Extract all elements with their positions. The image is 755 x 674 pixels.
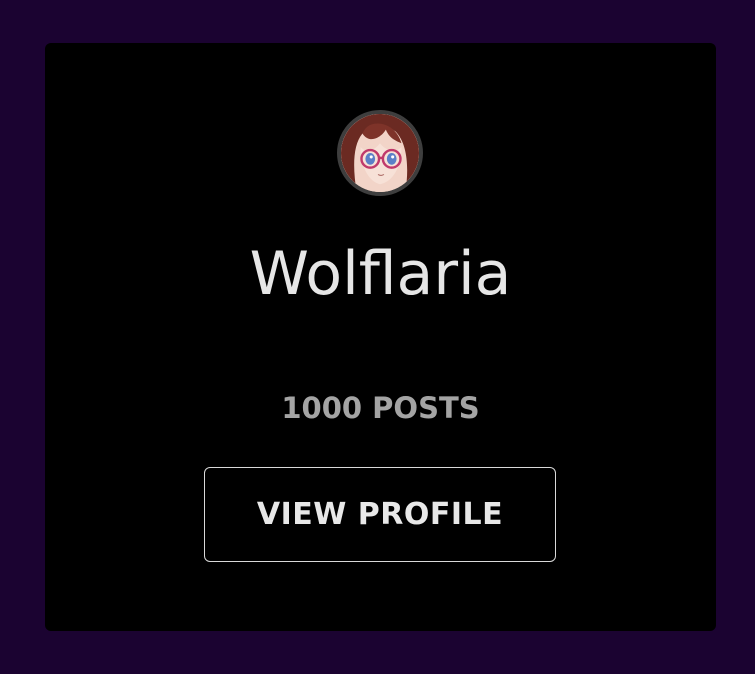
- avatar[interactable]: [337, 110, 423, 196]
- view-profile-button[interactable]: VIEW PROFILE: [204, 467, 556, 562]
- profile-card: Wolflaria 1000 POSTS VIEW PROFILE: [45, 43, 716, 631]
- anime-girl-avatar-icon: [341, 114, 419, 192]
- post-count: 1000 POSTS: [281, 391, 480, 425]
- profile-name: Wolflaria: [249, 239, 512, 309]
